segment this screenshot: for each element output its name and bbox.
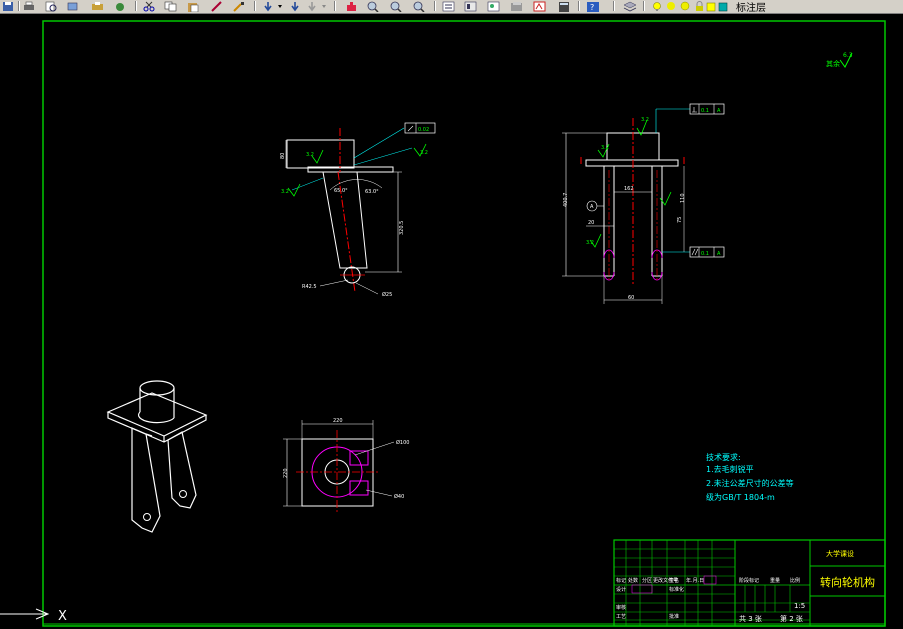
roughness-note-text: 其余 xyxy=(826,59,840,68)
radius-dim-text: R42.5 xyxy=(302,284,317,290)
publish-icon[interactable] xyxy=(66,0,80,12)
cut-icon[interactable] xyxy=(141,0,157,12)
side-roughness-top-value: 3.2 xyxy=(641,117,649,123)
pan-icon[interactable] xyxy=(343,0,359,12)
properties-icon[interactable] xyxy=(441,0,457,12)
tb-design: 设计 xyxy=(616,586,626,593)
parallel-value: 0.1 xyxy=(701,251,709,257)
zoom-window-icon[interactable] xyxy=(388,0,404,12)
perp-datum: A xyxy=(717,108,721,114)
tb-process: 工艺 xyxy=(616,614,626,620)
tb-row-label-2: 处数 xyxy=(628,577,638,584)
layer-plot-icon[interactable] xyxy=(679,0,691,12)
roughness-2-value: 3.2 xyxy=(420,150,428,156)
total-height-dim-text: 400.7 xyxy=(563,193,569,207)
tb-standard: 标准化 xyxy=(669,586,684,593)
tb-audit: 审核 xyxy=(616,604,626,611)
zoom-realtime-icon[interactable] xyxy=(365,0,381,12)
roughness-1-value: 3.2 xyxy=(306,152,314,158)
match-properties-icon[interactable] xyxy=(209,0,225,12)
roughness-note-value: 6.3 xyxy=(843,52,853,59)
sheet-set-icon[interactable] xyxy=(509,0,525,12)
width-dim-text: 60 xyxy=(628,295,634,301)
sheet-outer-border xyxy=(0,14,903,629)
undo-dropdown-icon[interactable] xyxy=(276,0,284,12)
diameter-dim-text: Ø25 xyxy=(382,291,392,298)
inner-dim-text: 110 xyxy=(680,193,686,203)
tech-req-title: 技术要求: xyxy=(706,452,741,462)
redo-disabled-icon xyxy=(306,0,318,12)
layer-color-icon[interactable] xyxy=(717,0,729,12)
tb-weight: 重量 xyxy=(770,577,780,584)
redo-dropdown-icon[interactable] xyxy=(320,0,328,12)
standard-toolbar: ? 标注层 xyxy=(0,0,903,14)
tb-row-label-3: 分区 xyxy=(642,577,652,584)
gap-dim-text: 20 xyxy=(588,220,594,226)
tb-approve: 批准 xyxy=(669,613,679,620)
tb-row-label-1: 标记 xyxy=(616,577,626,584)
angle-dim-text: 65.0° xyxy=(334,188,348,194)
drawing-canvas[interactable]: 其余 6.3 80 320.5 65.0° 63.0° R42.5 Ø25 0.… xyxy=(0,14,903,629)
side-roughness-mid-value: 3.2 xyxy=(586,240,594,246)
tb-sheet-total: 共 3 张 xyxy=(739,614,762,623)
flatness-value: 0.02 xyxy=(418,127,429,133)
undo-icon[interactable] xyxy=(262,0,274,12)
etransmit-icon[interactable] xyxy=(112,0,128,12)
zoom-previous-icon[interactable] xyxy=(411,0,427,12)
tb-sheet-no: 第 2 张 xyxy=(780,614,803,623)
print-preview-icon[interactable] xyxy=(44,0,58,12)
plot-icon[interactable] xyxy=(90,0,106,12)
tb-row-label-5: 签名 xyxy=(669,577,679,584)
copy-icon[interactable] xyxy=(163,0,179,12)
height-dim-text: 80 xyxy=(280,153,286,159)
tech-req-line-1: 1.去毛刺锐平 xyxy=(706,464,754,474)
tb-scale-label: 比例 xyxy=(790,577,800,584)
tech-req-line-2: 2.未注公差尺寸的公差等 xyxy=(706,478,794,488)
help-icon[interactable]: ? xyxy=(585,0,601,12)
layer-name-dropdown[interactable]: 标注层 xyxy=(736,0,766,14)
layer-status-icon[interactable] xyxy=(705,0,717,12)
perp-value: 0.1 xyxy=(701,108,709,114)
angle-dim-text-2: 63.0° xyxy=(365,189,379,195)
brush-icon[interactable] xyxy=(231,0,247,12)
length-dim-text: 320.5 xyxy=(399,221,405,235)
bore-dim-text: 162 xyxy=(624,186,634,192)
top-view-height-text: 220 xyxy=(283,468,289,478)
markup-icon[interactable] xyxy=(532,0,548,12)
tech-req-line-3: 级为GB/T 1804-m xyxy=(706,492,775,502)
calculator-icon[interactable] xyxy=(556,0,572,12)
top-view-hole-text: Ø40 xyxy=(394,493,404,500)
tb-school: 大学课设 xyxy=(826,549,854,558)
paste-icon[interactable] xyxy=(185,0,201,12)
tb-row-label-6: 年.月.日 xyxy=(686,577,704,584)
tb-scale: 1:5 xyxy=(794,602,805,610)
save-icon[interactable] xyxy=(1,0,15,12)
layer-manager-icon[interactable] xyxy=(622,0,638,12)
ucs-x-label: X xyxy=(58,609,67,624)
print-icon[interactable] xyxy=(22,0,36,12)
design-center-icon[interactable] xyxy=(463,0,479,12)
top-view-circle-text: Ø100 xyxy=(396,439,409,446)
svg-text:?: ? xyxy=(590,3,594,12)
top-view-width-text: 220 xyxy=(333,418,343,424)
tool-palettes-icon[interactable] xyxy=(486,0,502,12)
redo-icon[interactable] xyxy=(289,0,301,12)
side-dim-text: 75 xyxy=(677,217,683,223)
layer-lock-icon[interactable] xyxy=(693,0,705,12)
side-roughness-left-value: 3.2 xyxy=(601,145,609,151)
datum-a-text: A xyxy=(590,204,594,210)
tb-stage: 阶段标记 xyxy=(739,577,759,584)
layer-on-icon[interactable] xyxy=(651,0,663,12)
roughness-3-value: 3.2 xyxy=(281,189,289,195)
tb-part-name: 转向轮机构 xyxy=(820,575,875,589)
layer-freeze-icon[interactable] xyxy=(665,0,677,12)
layer-name-label: 标注层 xyxy=(736,3,766,14)
parallel-datum: A xyxy=(717,251,721,257)
